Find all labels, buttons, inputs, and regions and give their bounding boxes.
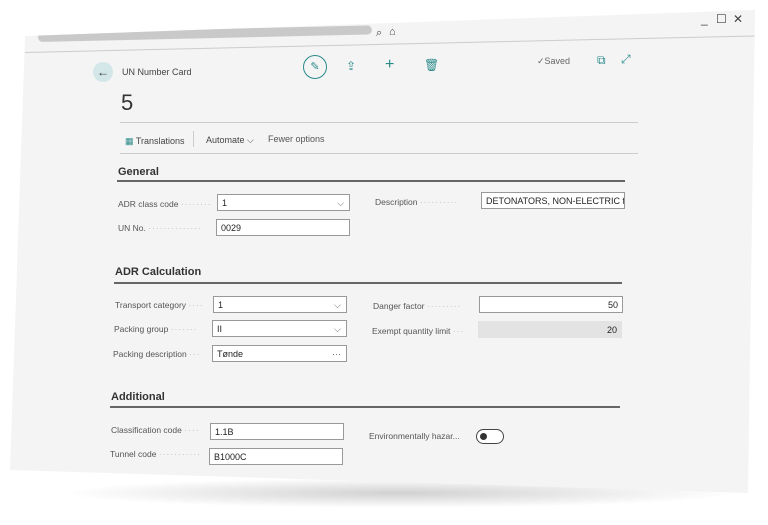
add-icon[interactable]: +: [385, 56, 394, 74]
general-underline: [117, 180, 625, 182]
description-input[interactable]: DETONATORS, NON-ELECTRIC for: [481, 192, 625, 209]
packing-group-label: Packing group ·······: [114, 324, 198, 334]
chevron-down-icon: ⌵: [334, 324, 341, 334]
close-button[interactable]: ✕: [733, 12, 743, 26]
exempt-quantity-limit-value: 20: [478, 321, 622, 338]
actions-bottom-divider: [120, 153, 638, 154]
address-bar[interactable]: [37, 25, 373, 42]
page-type: UN Number Card: [122, 67, 192, 77]
environmentally-hazardous-toggle[interactable]: [476, 429, 504, 444]
un-no-label: UN No. ··············: [118, 223, 202, 233]
automate-menu[interactable]: Automate ⌵: [206, 135, 254, 146]
packing-description-label: Packing description ···: [113, 349, 201, 359]
app-window: ⌕ ⌂ _ ☐ ✕ ← UN Number Card 5 ✎ ⇪ + 🗑 ✓Sa…: [10, 10, 755, 493]
additional-underline: [110, 406, 620, 408]
delete-icon[interactable]: 🗑: [424, 58, 439, 72]
actions-top-divider: [120, 122, 638, 123]
edit-pencil-icon[interactable]: ✎: [303, 55, 327, 79]
page-title: 5: [121, 90, 134, 115]
translations-icon: ▦: [125, 136, 134, 146]
maximize-button[interactable]: ☐: [716, 12, 727, 26]
home-icon[interactable]: ⌂: [389, 26, 396, 38]
translations-action[interactable]: ▦ Translations: [125, 136, 185, 147]
chevron-down-icon: ⌵: [337, 198, 344, 208]
description-label: Description ··········: [375, 197, 459, 207]
transport-category-label: Transport category ····: [115, 300, 204, 310]
automate-label: Automate: [206, 135, 245, 145]
danger-factor-input[interactable]: 50: [479, 296, 623, 313]
expand-icon[interactable]: ⤢: [621, 52, 631, 67]
un-no-input[interactable]: 0029: [216, 219, 350, 236]
open-new-window-icon[interactable]: ⧉: [597, 53, 606, 68]
fewer-options-button[interactable]: Fewer options: [268, 134, 325, 144]
adr-class-code-select[interactable]: 1 ⌵: [217, 194, 350, 211]
general-heading: General: [118, 166, 159, 178]
adr-calculation-heading: ADR Calculation: [115, 266, 202, 278]
search-icon[interactable]: ⌕: [376, 27, 382, 40]
chevron-down-icon: ⌵: [247, 135, 254, 145]
tunnel-code-input[interactable]: B1000C: [209, 448, 343, 465]
classification-code-input[interactable]: 1.1B: [210, 423, 344, 440]
exempt-quantity-limit-label: Exempt quantity limit ···: [372, 326, 465, 336]
translations-label: Translations: [135, 136, 185, 146]
transport-category-select[interactable]: 1 ⌵: [213, 296, 347, 313]
additional-heading: Additional: [111, 391, 165, 403]
adr-class-code-label: ADR class code ········: [118, 199, 212, 209]
back-button[interactable]: ←: [93, 62, 113, 82]
tunnel-code-label: Tunnel code ···········: [110, 449, 201, 459]
packing-group-select[interactable]: II ⌵: [212, 320, 347, 337]
chevron-down-icon: ⌵: [334, 300, 341, 310]
environmentally-hazardous-label: Environmentally hazar...: [369, 431, 460, 441]
share-icon[interactable]: ⇪: [346, 59, 356, 73]
minimize-button[interactable]: _: [701, 12, 708, 26]
classification-code-label: Classification code ····: [111, 425, 200, 435]
packing-description-input[interactable]: Tønde ···: [212, 345, 347, 362]
actions-separator: [193, 131, 194, 147]
saved-status: ✓Saved: [537, 56, 571, 66]
danger-factor-label: Danger factor ·········: [373, 301, 462, 311]
more-options-icon: ···: [332, 349, 341, 359]
adr-underline: [114, 282, 622, 284]
saved-label: Saved: [544, 56, 571, 66]
